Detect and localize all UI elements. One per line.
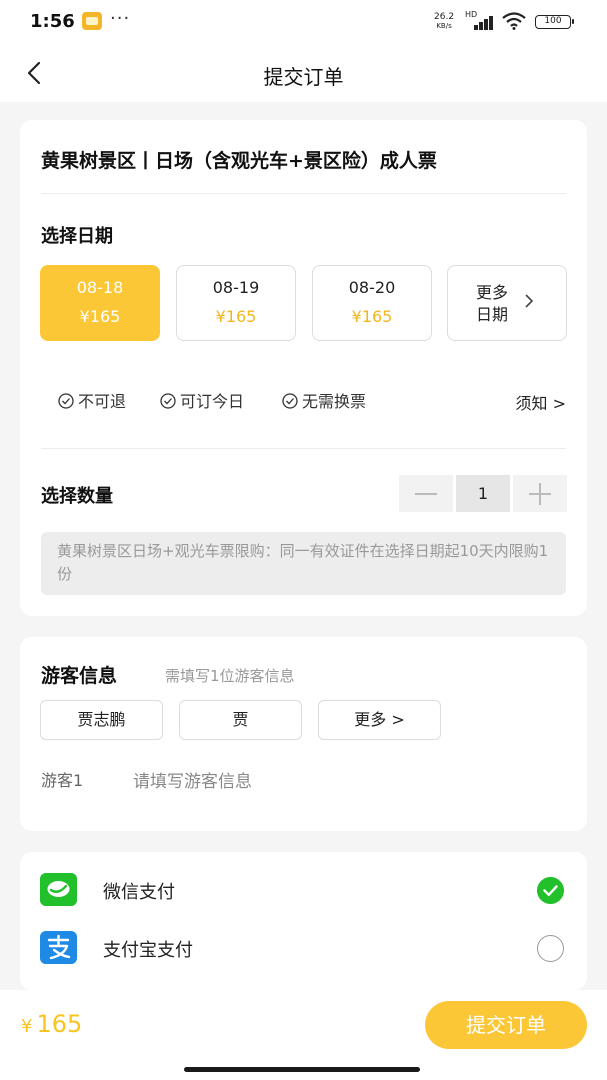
feature-no-exchange: 无需换票	[282, 388, 366, 412]
network-speed: 26.2 KB/s	[434, 13, 454, 31]
visitor-section-title: 游客信息	[41, 665, 118, 687]
check-circle-icon	[58, 393, 74, 409]
nav-bar: 提交订单	[0, 44, 607, 102]
more-dates-button[interactable]: 更多 日期	[447, 265, 567, 341]
visitor-chip[interactable]: 贾志鹏	[40, 700, 163, 740]
wifi-icon	[502, 12, 526, 30]
visitor-slot-input[interactable]: 请填写游客信息	[133, 767, 252, 792]
check-circle-icon	[282, 393, 298, 409]
total-amount: 165	[36, 1010, 83, 1038]
visitor-info-card: 游客信息 需填写1位游客信息 贾志鹏 贾 更多 > 游客1 请填写游客信息	[20, 637, 587, 831]
date-price: ¥165	[79, 307, 121, 326]
visitor-slot-label: 游客1	[41, 771, 84, 790]
more-dates-line1: 更多	[476, 283, 509, 302]
payment-label: 支付宝支付	[103, 940, 193, 961]
checkmark-selected-icon[interactable]	[537, 877, 564, 904]
date-text: 08-19	[212, 278, 260, 297]
purchase-limit-notice: 黄果树景区日场+观光车票限购：同一有效证件在选择日期起10天内限购1份	[41, 532, 566, 595]
quantity-value[interactable]: 1	[456, 475, 510, 512]
date-text: 08-18	[76, 278, 124, 297]
check-circle-icon	[160, 393, 176, 409]
payment-method-card: 微信支付 支付宝支付	[20, 852, 587, 990]
battery-icon: 100	[535, 15, 574, 29]
status-bar: 1:56 ··· 26.2 KB/s HD 100	[0, 0, 607, 44]
radio-unselected-icon[interactable]	[537, 935, 564, 962]
total-price: ¥165	[21, 1010, 82, 1038]
date-price: ¥165	[351, 307, 393, 326]
network-speed-unit: KB/s	[436, 22, 452, 30]
date-option-0819[interactable]: 08-19 ¥165	[176, 265, 296, 341]
feature-no-refund: 不可退	[58, 388, 126, 412]
increase-quantity-button[interactable]	[513, 475, 567, 512]
quantity-stepper: 1	[399, 475, 567, 512]
visitor-chip[interactable]: 贾	[179, 700, 302, 740]
feature-label: 无需换票	[302, 392, 367, 411]
chevron-right-icon	[525, 294, 534, 308]
home-indicator[interactable]	[184, 1067, 420, 1072]
page-title: 提交订单	[263, 65, 344, 89]
payment-option-wechat[interactable]: 微信支付	[20, 862, 587, 918]
product-title: 黄果树景区丨日场（含观光车+景区险）成人票	[41, 150, 437, 172]
payment-label: 微信支付	[103, 882, 175, 903]
ticket-order-card: 黄果树景区丨日场（含观光车+景区险）成人票 选择日期 08-18 ¥165 08…	[20, 120, 587, 616]
more-notifications-icon: ···	[110, 8, 131, 29]
date-price: ¥165	[215, 307, 257, 326]
decrease-quantity-button[interactable]	[399, 475, 453, 512]
payment-option-alipay[interactable]: 支付宝支付	[20, 920, 587, 976]
status-time: 1:56	[30, 11, 75, 32]
network-speed-value: 26.2	[434, 12, 455, 22]
signal-icon	[470, 14, 494, 30]
divider	[41, 448, 566, 449]
date-option-0818[interactable]: 08-18 ¥165	[40, 265, 160, 341]
visitor-section-hint: 需填写1位游客信息	[165, 667, 295, 685]
divider	[41, 193, 566, 194]
feature-label: 不可退	[78, 392, 127, 411]
feature-label: 可订今日	[180, 392, 245, 411]
more-dates-label: 更多 日期	[476, 282, 508, 326]
more-visitors-button[interactable]: 更多 >	[318, 700, 441, 740]
feature-book-today: 可订今日	[160, 388, 244, 412]
date-text: 08-20	[348, 278, 396, 297]
currency-symbol: ¥	[21, 1016, 33, 1037]
gallery-app-icon	[82, 12, 102, 30]
submit-order-button[interactable]: 提交订单	[425, 1001, 587, 1049]
quantity-section-label: 选择数量	[41, 486, 113, 507]
bottom-action-bar: ¥165 提交订单	[0, 990, 607, 1080]
alipay-icon	[40, 931, 77, 964]
more-dates-line2: 日期	[476, 305, 509, 324]
notice-link[interactable]: 须知 >	[516, 390, 567, 414]
date-option-0820[interactable]: 08-20 ¥165	[312, 265, 432, 341]
date-section-label: 选择日期	[41, 226, 113, 247]
wechat-pay-icon	[40, 873, 77, 906]
